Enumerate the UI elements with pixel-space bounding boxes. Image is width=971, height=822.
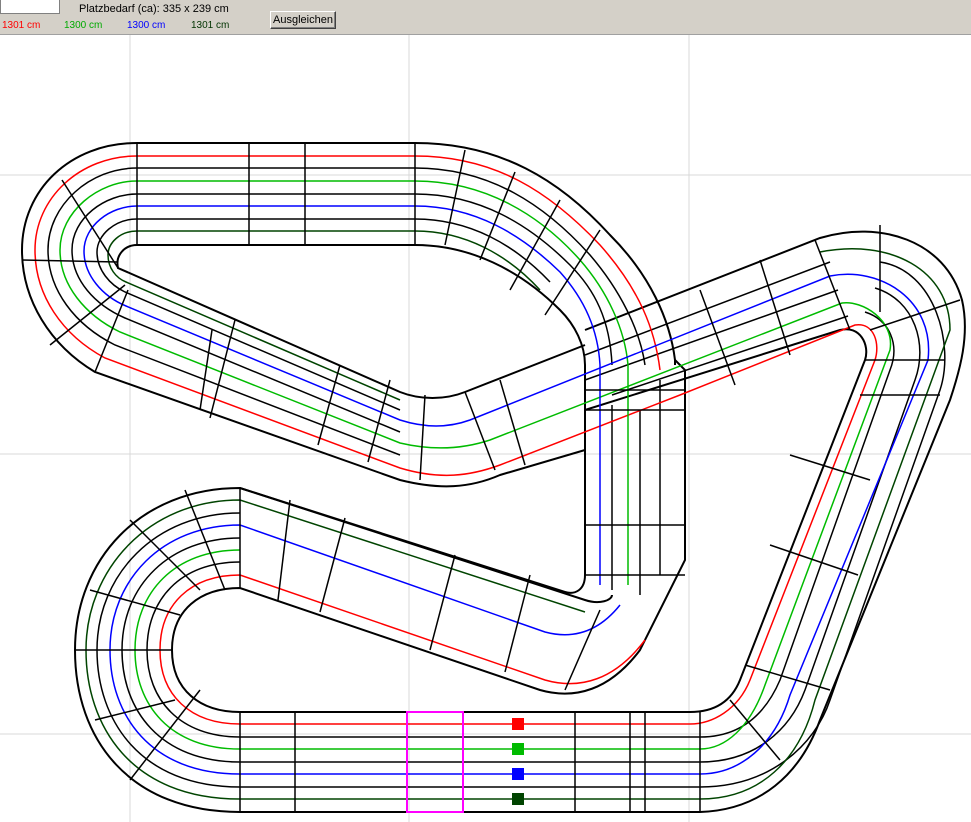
- segment-divider: [419, 394, 426, 481]
- segment-divider: [744, 664, 831, 691]
- rail-inner-4: [71, 193, 401, 433]
- segment-divider: [429, 554, 456, 651]
- segment-divider: [89, 589, 181, 616]
- start-marker-red[interactable]: [512, 718, 524, 730]
- toolbar: Platzbedarf (ca): 335 x 239 cm 1301 cm 1…: [0, 0, 971, 35]
- start-marker-green[interactable]: [512, 743, 524, 755]
- segment-divider: [61, 179, 119, 269]
- outer-rails: [20, 142, 966, 813]
- segment-divider: [319, 517, 346, 613]
- lane-4-length: 1301 cm: [191, 20, 230, 31]
- segment-divider: [814, 239, 851, 331]
- track-drawing[interactable]: [0, 35, 971, 822]
- rail-inner-14: [584, 261, 849, 396]
- segment-divider: [544, 229, 601, 316]
- lane-1-length: 1301 cm: [2, 20, 41, 31]
- segment-divider: [94, 699, 176, 721]
- lane-line-0: [34, 155, 878, 725]
- segment-divider: [499, 379, 526, 466]
- track-canvas[interactable]: [0, 35, 971, 822]
- start-marker-darkgreen[interactable]: [512, 793, 524, 805]
- rail-inner-7: [240, 736, 700, 788]
- rail-inner-0: [137, 167, 646, 366]
- rail-outer-1: [116, 244, 586, 410]
- segment-divider: [564, 609, 601, 691]
- segment-divider: [464, 391, 496, 471]
- lane-2-length: 1300 cm: [64, 20, 103, 31]
- space-requirement-label: Platzbedarf (ca): 335 x 239 cm: [79, 3, 229, 15]
- segment-divider: [509, 199, 561, 291]
- lane-line-1: [59, 180, 892, 750]
- lane-3-length: 1300 cm: [127, 20, 166, 31]
- rail-outer-3: [170, 328, 868, 713]
- rail-outer-4: [239, 410, 586, 594]
- start-marker-blue[interactable]: [512, 768, 524, 780]
- rail-inner-5: [96, 218, 401, 411]
- segment-divider: [129, 519, 201, 591]
- rail-inner-3: [47, 167, 401, 456]
- segment-divider: [21, 259, 119, 263]
- track-name-field[interactable]: [0, 0, 60, 14]
- rail-inner-2: [137, 218, 551, 283]
- balance-button[interactable]: Ausgleichen: [270, 11, 336, 29]
- segment-divider: [49, 284, 126, 346]
